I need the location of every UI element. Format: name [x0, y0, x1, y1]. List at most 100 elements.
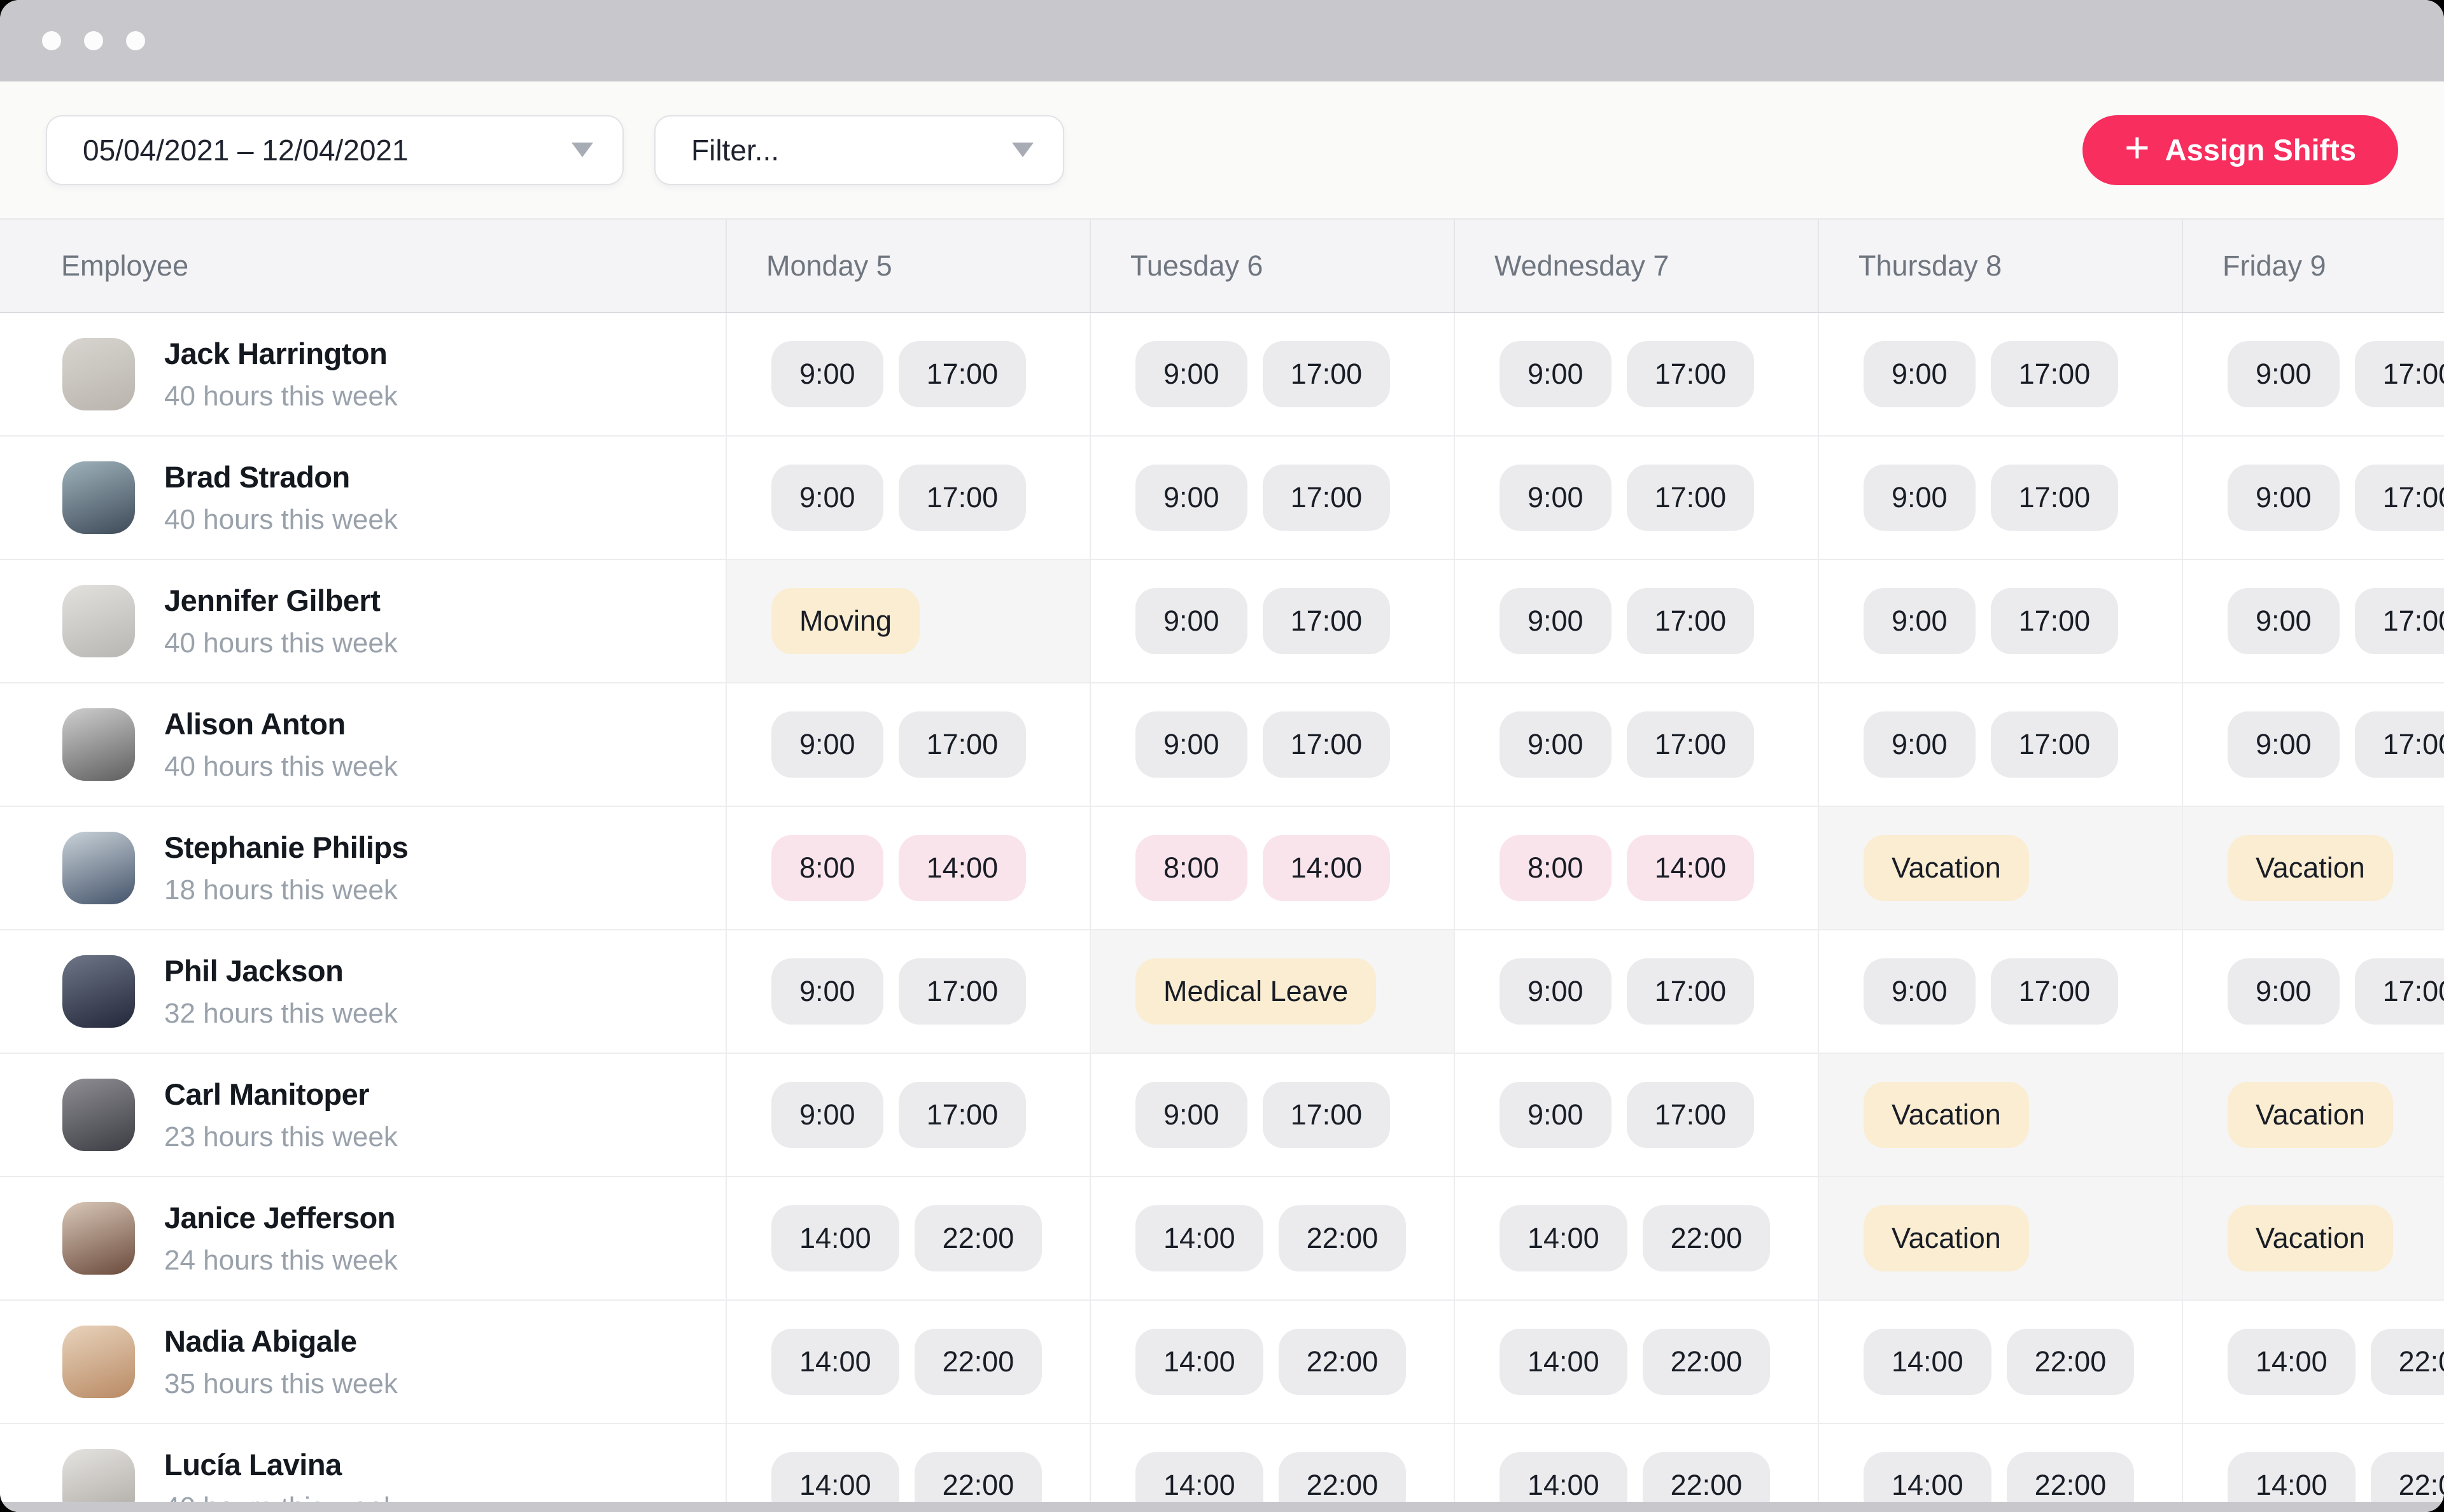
shift-pill[interactable]: 9:00: [1499, 1082, 1612, 1148]
day-cell: 14:0022:00: [2182, 1301, 2444, 1423]
shift-pill[interactable]: 8:00: [1135, 835, 1247, 901]
shift-pill[interactable]: 14:00: [1864, 1329, 1991, 1395]
shift-pill[interactable]: 22:00: [2007, 1329, 2135, 1395]
shift-pill[interactable]: 9:00: [771, 341, 883, 407]
shift-pill[interactable]: 9:00: [1499, 711, 1612, 778]
shift-pill[interactable]: 22:00: [1643, 1329, 1771, 1395]
shift-pill[interactable]: 14:00: [2228, 1329, 2356, 1395]
status-pill[interactable]: Vacation: [2228, 1205, 2393, 1271]
status-pill[interactable]: Vacation: [2228, 835, 2393, 901]
status-pill[interactable]: Moving: [771, 588, 920, 654]
shift-pill[interactable]: 17:00: [1991, 588, 2119, 654]
status-pill[interactable]: Vacation: [1864, 1205, 2029, 1271]
shift-pill[interactable]: 14:00: [1135, 1329, 1263, 1395]
shift-pill[interactable]: 9:00: [771, 711, 883, 778]
shift-pill[interactable]: 17:00: [899, 465, 1027, 531]
shift-pill[interactable]: 17:00: [1627, 341, 1755, 407]
table-row: Carl Manitoper23 hours this week9:0017:0…: [0, 1054, 2444, 1177]
day-cell: 14:0022:00: [1818, 1301, 2182, 1423]
shift-pill[interactable]: 22:00: [915, 1205, 1043, 1271]
shift-pill[interactable]: 22:00: [1279, 1205, 1407, 1271]
shift-pill[interactable]: 9:00: [1499, 588, 1612, 654]
shift-pill[interactable]: 9:00: [1499, 958, 1612, 1025]
shift-pill[interactable]: 9:00: [1499, 341, 1612, 407]
shift-pill[interactable]: 17:00: [2355, 711, 2444, 778]
shift-pill[interactable]: 14:00: [1627, 835, 1755, 901]
window-control-dot[interactable]: [126, 31, 145, 50]
shift-pill[interactable]: 17:00: [2355, 341, 2444, 407]
employee-hours: 40 hours this week: [164, 751, 398, 783]
shift-pill[interactable]: 14:00: [771, 1205, 899, 1271]
shift-pill[interactable]: 17:00: [1263, 1082, 1391, 1148]
window-control-dot[interactable]: [84, 31, 103, 50]
shift-pill[interactable]: 22:00: [2371, 1329, 2444, 1395]
status-pill[interactable]: Vacation: [2228, 1082, 2393, 1148]
shift-pill[interactable]: 17:00: [1263, 588, 1391, 654]
status-pill[interactable]: Vacation: [1864, 1082, 2029, 1148]
day-cell: Vacation: [1818, 1054, 2182, 1176]
shift-pill[interactable]: 17:00: [1627, 1082, 1755, 1148]
shift-pill[interactable]: 14:00: [899, 835, 1027, 901]
shift-pill[interactable]: 9:00: [1864, 341, 1976, 407]
filter-select[interactable]: Filter...: [654, 115, 1064, 185]
assign-shifts-button[interactable]: + Assign Shifts: [2082, 115, 2398, 185]
shift-pill[interactable]: 17:00: [1627, 958, 1755, 1025]
shift-pill[interactable]: 17:00: [1991, 958, 2119, 1025]
shift-pill[interactable]: 22:00: [1279, 1329, 1407, 1395]
shift-pill[interactable]: 9:00: [771, 1082, 883, 1148]
shift-pill[interactable]: 14:00: [1499, 1205, 1627, 1271]
shift-pill[interactable]: 14:00: [1499, 1329, 1627, 1395]
employee-cell: Nadia Abigale35 hours this week: [0, 1301, 726, 1423]
shift-pill[interactable]: 17:00: [1991, 711, 2119, 778]
shift-pill[interactable]: 14:00: [1263, 835, 1391, 901]
shift-pill[interactable]: 17:00: [1627, 588, 1755, 654]
shift-pill[interactable]: 8:00: [1499, 835, 1612, 901]
shift-pill[interactable]: 9:00: [2228, 588, 2340, 654]
shift-pill[interactable]: 9:00: [1864, 711, 1976, 778]
shift-pill[interactable]: 17:00: [1627, 711, 1755, 778]
shift-pill[interactable]: 17:00: [1263, 465, 1391, 531]
shift-pill[interactable]: 9:00: [2228, 958, 2340, 1025]
shift-pill[interactable]: 17:00: [1991, 341, 2119, 407]
shift-pill[interactable]: 17:00: [899, 958, 1027, 1025]
shift-pill[interactable]: 9:00: [1864, 958, 1976, 1025]
shift-pill[interactable]: 9:00: [2228, 341, 2340, 407]
shift-pill[interactable]: 9:00: [2228, 711, 2340, 778]
shift-pill[interactable]: 17:00: [1263, 711, 1391, 778]
day-cell: 14:0022:00: [726, 1177, 1090, 1299]
window-control-dot[interactable]: [42, 31, 61, 50]
shift-pill[interactable]: 9:00: [1135, 1082, 1247, 1148]
shift-pill[interactable]: 9:00: [771, 958, 883, 1025]
shift-pill[interactable]: 17:00: [899, 1082, 1027, 1148]
app-window: 05/04/2021 – 12/04/2021 Filter... + Assi…: [0, 0, 2444, 1512]
shift-pill[interactable]: 9:00: [1499, 465, 1612, 531]
shift-pill[interactable]: 22:00: [915, 1329, 1043, 1395]
shift-pill[interactable]: 14:00: [1135, 1205, 1263, 1271]
day-cell: 9:0017:00: [726, 437, 1090, 559]
shift-pill[interactable]: 17:00: [899, 341, 1027, 407]
shift-pill[interactable]: 17:00: [1627, 465, 1755, 531]
shift-pill[interactable]: 9:00: [1135, 341, 1247, 407]
day-cell: 9:0017:00: [1818, 560, 2182, 682]
shift-pill[interactable]: 8:00: [771, 835, 883, 901]
status-pill[interactable]: Vacation: [1864, 835, 2029, 901]
shift-pill[interactable]: 9:00: [2228, 465, 2340, 531]
shift-pill[interactable]: 9:00: [771, 465, 883, 531]
shift-pill[interactable]: 17:00: [2355, 958, 2444, 1025]
shift-pill[interactable]: 9:00: [1864, 588, 1976, 654]
shift-pill[interactable]: 9:00: [1135, 711, 1247, 778]
filter-placeholder: Filter...: [691, 133, 779, 167]
day-cell: 9:0017:00: [1090, 437, 1454, 559]
shift-pill[interactable]: 9:00: [1135, 465, 1247, 531]
shift-pill[interactable]: 22:00: [1643, 1205, 1771, 1271]
shift-pill[interactable]: 17:00: [2355, 588, 2444, 654]
shift-pill[interactable]: 17:00: [899, 711, 1027, 778]
shift-pill[interactable]: 9:00: [1135, 588, 1247, 654]
shift-pill[interactable]: 9:00: [1864, 465, 1976, 531]
shift-pill[interactable]: 17:00: [1991, 465, 2119, 531]
date-range-select[interactable]: 05/04/2021 – 12/04/2021: [46, 115, 624, 185]
status-pill[interactable]: Medical Leave: [1135, 958, 1376, 1025]
shift-pill[interactable]: 17:00: [2355, 465, 2444, 531]
shift-pill[interactable]: 17:00: [1263, 341, 1391, 407]
shift-pill[interactable]: 14:00: [771, 1329, 899, 1395]
